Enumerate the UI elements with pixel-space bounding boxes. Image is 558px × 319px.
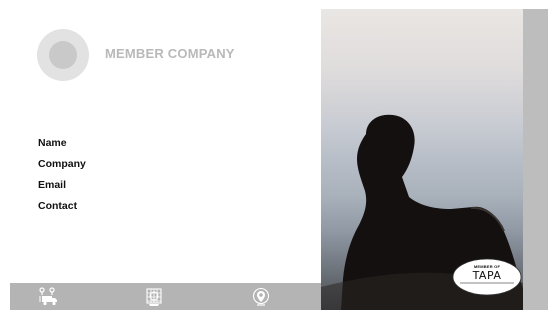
card-info-panel: MEMBER COMPANY Name Company Email Contac… [10, 9, 321, 283]
right-gray-strip [523, 9, 548, 310]
location-pin-icon[interactable] [251, 287, 271, 307]
company-logo-placeholder [37, 29, 89, 81]
company-title: MEMBER COMPANY [105, 46, 235, 61]
globe-grid-icon[interactable] [144, 287, 164, 307]
tapa-member-badge: MEMBER OF TAPA [452, 257, 522, 297]
company-field: Company [38, 158, 86, 170]
name-field: Name [38, 137, 67, 149]
business-card: MEMBER COMPANY Name Company Email Contac… [10, 9, 548, 310]
tapa-logo-text: TAPA [472, 269, 502, 282]
silhouette-photo: MEMBER OF TAPA [321, 9, 523, 310]
contact-field: Contact [38, 200, 78, 212]
logo-inner-circle [49, 41, 77, 69]
delivery-truck-icon[interactable] [39, 287, 59, 307]
bottom-icon-bar [10, 283, 321, 310]
email-field: Email [38, 179, 67, 191]
contact-fields: Name Company Email Contact [38, 136, 86, 220]
